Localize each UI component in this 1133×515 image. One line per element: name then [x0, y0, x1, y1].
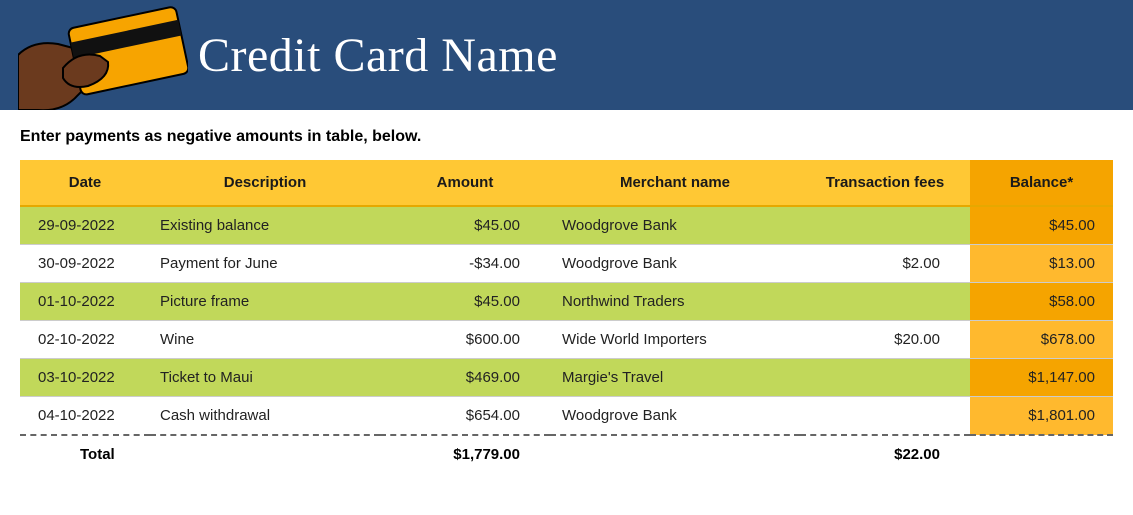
- cell-fee: [800, 359, 970, 397]
- cell-desc: Ticket to Maui: [150, 359, 380, 397]
- table-row: 04-10-2022 Cash withdrawal $654.00 Woodg…: [20, 397, 1113, 436]
- cell-desc: Payment for June: [150, 245, 380, 283]
- cell-fee: [800, 206, 970, 245]
- cell-date: 01-10-2022: [20, 283, 150, 321]
- cell-merchant: Margie's Travel: [550, 359, 800, 397]
- table-row: 30-09-2022 Payment for June -$34.00 Wood…: [20, 245, 1113, 283]
- cell-balance: $45.00: [970, 206, 1113, 245]
- cell-balance: $58.00: [970, 283, 1113, 321]
- total-fees: $22.00: [800, 435, 970, 473]
- cell-amount: $45.00: [380, 283, 550, 321]
- page-header: Credit Card Name: [0, 0, 1133, 110]
- cell-merchant: Woodgrove Bank: [550, 245, 800, 283]
- col-description: Description: [150, 160, 380, 206]
- cell-fee: $20.00: [800, 321, 970, 359]
- instruction-text: Enter payments as negative amounts in ta…: [0, 110, 1133, 160]
- col-fees: Transaction fees: [800, 160, 970, 206]
- col-merchant: Merchant name: [550, 160, 800, 206]
- cell-desc: Cash withdrawal: [150, 397, 380, 436]
- table-header-row: Date Description Amount Merchant name Tr…: [20, 160, 1113, 206]
- cell-date: 03-10-2022: [20, 359, 150, 397]
- total-blank: [970, 435, 1113, 473]
- cell-fee: $2.00: [800, 245, 970, 283]
- cell-fee: [800, 397, 970, 436]
- table-row: 03-10-2022 Ticket to Maui $469.00 Margie…: [20, 359, 1113, 397]
- cell-merchant: Woodgrove Bank: [550, 397, 800, 436]
- table-row: 01-10-2022 Picture frame $45.00 Northwin…: [20, 283, 1113, 321]
- cell-date: 30-09-2022: [20, 245, 150, 283]
- cell-amount: $469.00: [380, 359, 550, 397]
- cell-desc: Picture frame: [150, 283, 380, 321]
- total-amount: $1,779.00: [380, 435, 550, 473]
- totals-row: Total $1,779.00 $22.00: [20, 435, 1113, 473]
- cell-date: 02-10-2022: [20, 321, 150, 359]
- cell-desc: Wine: [150, 321, 380, 359]
- transactions-table: Date Description Amount Merchant name Tr…: [20, 160, 1113, 473]
- cell-amount: -$34.00: [380, 245, 550, 283]
- cell-fee: [800, 283, 970, 321]
- cell-amount: $45.00: [380, 206, 550, 245]
- col-date: Date: [20, 160, 150, 206]
- col-balance: Balance*: [970, 160, 1113, 206]
- cell-amount: $600.00: [380, 321, 550, 359]
- cell-merchant: Wide World Importers: [550, 321, 800, 359]
- cell-merchant: Northwind Traders: [550, 283, 800, 321]
- col-amount: Amount: [380, 160, 550, 206]
- cell-desc: Existing balance: [150, 206, 380, 245]
- table-row: 29-09-2022 Existing balance $45.00 Woodg…: [20, 206, 1113, 245]
- total-label: Total: [20, 435, 380, 473]
- cell-balance: $1,147.00: [970, 359, 1113, 397]
- table-row: 02-10-2022 Wine $600.00 Wide World Impor…: [20, 321, 1113, 359]
- credit-card-icon: [18, 0, 188, 110]
- cell-amount: $654.00: [380, 397, 550, 436]
- cell-merchant: Woodgrove Bank: [550, 206, 800, 245]
- cell-balance: $678.00: [970, 321, 1113, 359]
- cell-date: 04-10-2022: [20, 397, 150, 436]
- cell-balance: $1,801.00: [970, 397, 1113, 436]
- cell-balance: $13.00: [970, 245, 1113, 283]
- total-blank: [550, 435, 800, 473]
- cell-date: 29-09-2022: [20, 206, 150, 245]
- page-title: Credit Card Name: [198, 28, 558, 83]
- transactions-table-wrap: Date Description Amount Merchant name Tr…: [0, 160, 1133, 473]
